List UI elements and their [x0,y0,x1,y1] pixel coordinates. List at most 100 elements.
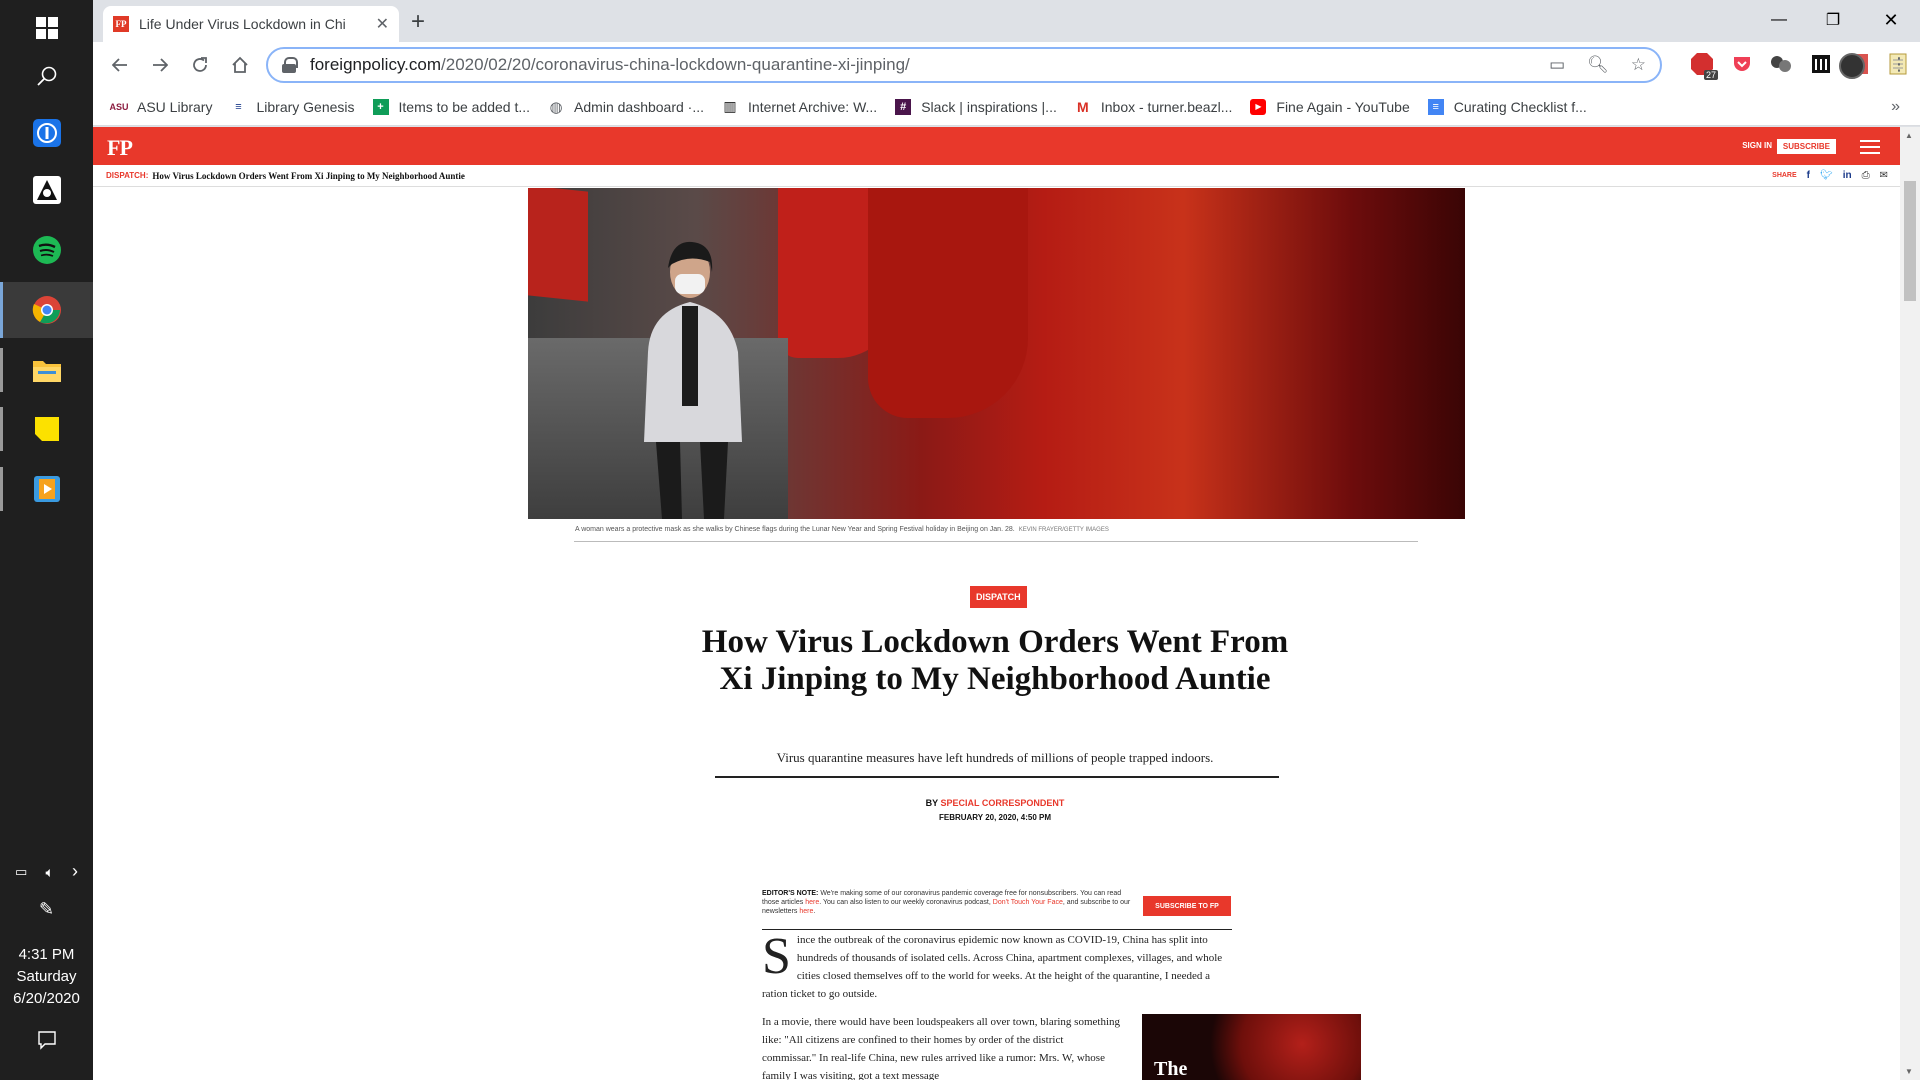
podcast-link[interactable]: Don't Touch Your Face [993,899,1063,906]
adblock-extension-button[interactable]: 27 [1690,52,1718,80]
url-host: foreignpolicy.com [310,55,442,74]
address-bar[interactable]: foreignpolicy.com/2020/02/20/coronavirus… [266,47,1662,83]
url-text[interactable]: foreignpolicy.com/2020/02/20/coronavirus… [310,55,910,75]
minimize-button[interactable]: — [1751,0,1807,40]
free-articles-link[interactable]: here [805,899,819,906]
email-icon[interactable]: ✉ [1880,170,1888,181]
bookmark-curating-checklist[interactable]: ≡ Curating Checklist f... [1427,98,1587,115]
bookmark-admin-dashboard[interactable]: ◍ Admin dashboard ·... [548,99,705,116]
caption-divider [574,541,1418,542]
volume-icon[interactable]: 🔈︎ [45,864,53,881]
taskbar-search-button[interactable] [0,48,93,104]
fp-logo[interactable]: FP [107,135,133,161]
gmail-icon: M [1077,98,1089,115]
spotify-icon [32,236,61,264]
close-tab-icon[interactable]: ✕ [376,14,389,34]
image-caption: A woman wears a protective mask as she w… [575,526,1109,533]
battery-icon[interactable]: ▭ [15,864,27,881]
podcast-promo[interactable]: The [1142,1014,1361,1080]
taskbar-chrome[interactable] [0,282,93,338]
close-window-button[interactable]: ✕ [1863,0,1919,40]
taskbar-spotify[interactable] [0,222,93,278]
bookmark-label: Curating Checklist f... [1453,98,1587,115]
new-tab-button[interactable]: + [411,8,425,36]
bookmarks-overflow-icon[interactable]: » [1891,98,1900,116]
bookmark-internet-archive[interactable]: ▥ Internet Archive: W... [722,98,878,115]
media-player-icon [33,476,60,502]
reload-button[interactable] [185,50,215,80]
url-path: /2020/02/20/coronavirus-china-lockdown-q… [441,55,910,74]
scroll-up-icon[interactable]: ▲ [1905,131,1913,140]
bookmark-gmail[interactable]: M Inbox - turner.beazl... [1075,98,1232,115]
bookmark-label: Internet Archive: W... [748,98,878,115]
bookmark-youtube[interactable]: ▶ Fine Again - YouTube [1250,98,1410,115]
bookmark-star-icon[interactable]: ☆ [1631,55,1646,75]
home-button[interactable] [225,50,255,80]
extension-badge: 27 [1703,70,1718,80]
circles-extension-icon [1771,56,1791,72]
byline: BY SPECIAL CORRESPONDENT [695,798,1295,808]
asu-icon: ASU [109,101,129,112]
subscribe-button[interactable]: SUBSCRIBE [1776,139,1836,154]
section-tag[interactable]: DISPATCH [970,586,1027,608]
clock-time[interactable]: 4:31 PM [0,944,93,966]
forward-button[interactable] [145,50,175,80]
bookmark-items-sheet[interactable]: + Items to be added t... [372,98,530,115]
reload-icon [193,57,207,72]
taskbar-1password[interactable] [0,105,93,161]
back-button[interactable] [105,50,135,80]
bookmark-asu-library[interactable]: ASU ASU Library [109,99,213,115]
scrollbar-thumb[interactable] [1904,181,1916,301]
bookmarks-bar: ASU ASU Library ≡ Library Genesis + Items t… [93,88,1920,126]
clock-date[interactable]: 6/20/2020 [0,988,93,1010]
extension-button-3[interactable] [1769,52,1793,76]
author-link[interactable]: SPECIAL CORRESPONDENT [941,798,1065,808]
internet-archive-extension-button[interactable] [1809,52,1833,76]
zoom-icon[interactable]: 🔍︎ [1587,55,1609,75]
paragraph-text: ince the outbreak of the coronavirus epi… [762,934,1223,1000]
clock-day[interactable]: Saturday [0,966,93,988]
linkedin-icon[interactable]: in [1843,170,1852,181]
taskbar-inkscape[interactable] [0,162,93,218]
chevron-right-icon[interactable]: › [72,862,78,881]
taskbar-sticky-notes[interactable] [0,401,93,457]
lock-icon[interactable] [282,57,298,73]
print-icon[interactable]: ⎙ [1862,170,1870,181]
home-icon [232,56,248,73]
chrome-icon [32,296,61,324]
hamburger-menu-icon[interactable] [1860,140,1880,154]
search-icon [36,66,56,86]
tab-title: Life Under Virus Lockdown in Chi [139,16,346,32]
sticky-article-bar: DISPATCH: How Virus Lockdown Orders Went… [93,165,1900,187]
woman-photo [644,241,742,519]
browser-tab[interactable]: FP Life Under Virus Lockdown in Chi ✕ [103,6,399,42]
chrome-menu-icon[interactable]: ⋮ [1890,54,1908,75]
bookmark-library-genesis[interactable]: ≡ Library Genesis [230,99,354,115]
fp-favicon-icon: FP [113,16,129,32]
taskbar-file-explorer[interactable] [0,342,93,398]
newsletters-link[interactable]: here [799,908,813,915]
fp-header: FP SIGN IN SUBSCRIBE [93,127,1900,165]
action-center-button[interactable] [0,1030,93,1057]
web-page: FP SIGN IN SUBSCRIBE DISPATCH: How Virus… [93,127,1900,1080]
bookmark-label: Slack | inspirations |... [921,98,1057,115]
bookmark-slack[interactable]: # Slack | inspirations |... [895,98,1057,115]
slack-icon: # [895,98,912,115]
profile-avatar[interactable] [1839,53,1865,79]
page-scrollbar[interactable]: ▲ ▼ [1900,127,1920,1080]
inkscape-icon [32,176,61,204]
taskbar-media-player[interactable] [0,461,93,517]
pen-workspace-icon[interactable]: ✎ [0,898,93,920]
twitter-icon[interactable]: 🐦︎ [1820,170,1833,181]
cast-icon[interactable]: ▭ [1549,55,1565,75]
sign-in-link[interactable]: SIGN IN [1742,141,1772,150]
scroll-down-icon[interactable]: ▼ [1905,1067,1913,1076]
facebook-icon[interactable]: f [1807,170,1810,181]
1password-icon [32,119,61,147]
dek-divider [715,776,1279,778]
sticky-headline: How Virus Lockdown Orders Went From Xi J… [152,170,465,181]
restore-button[interactable]: ❐ [1805,0,1861,40]
subscribe-to-fp-button[interactable]: SUBSCRIBE TO FP [1143,896,1231,916]
pocket-extension-button[interactable] [1730,52,1754,76]
byline-prefix: BY [925,798,938,808]
